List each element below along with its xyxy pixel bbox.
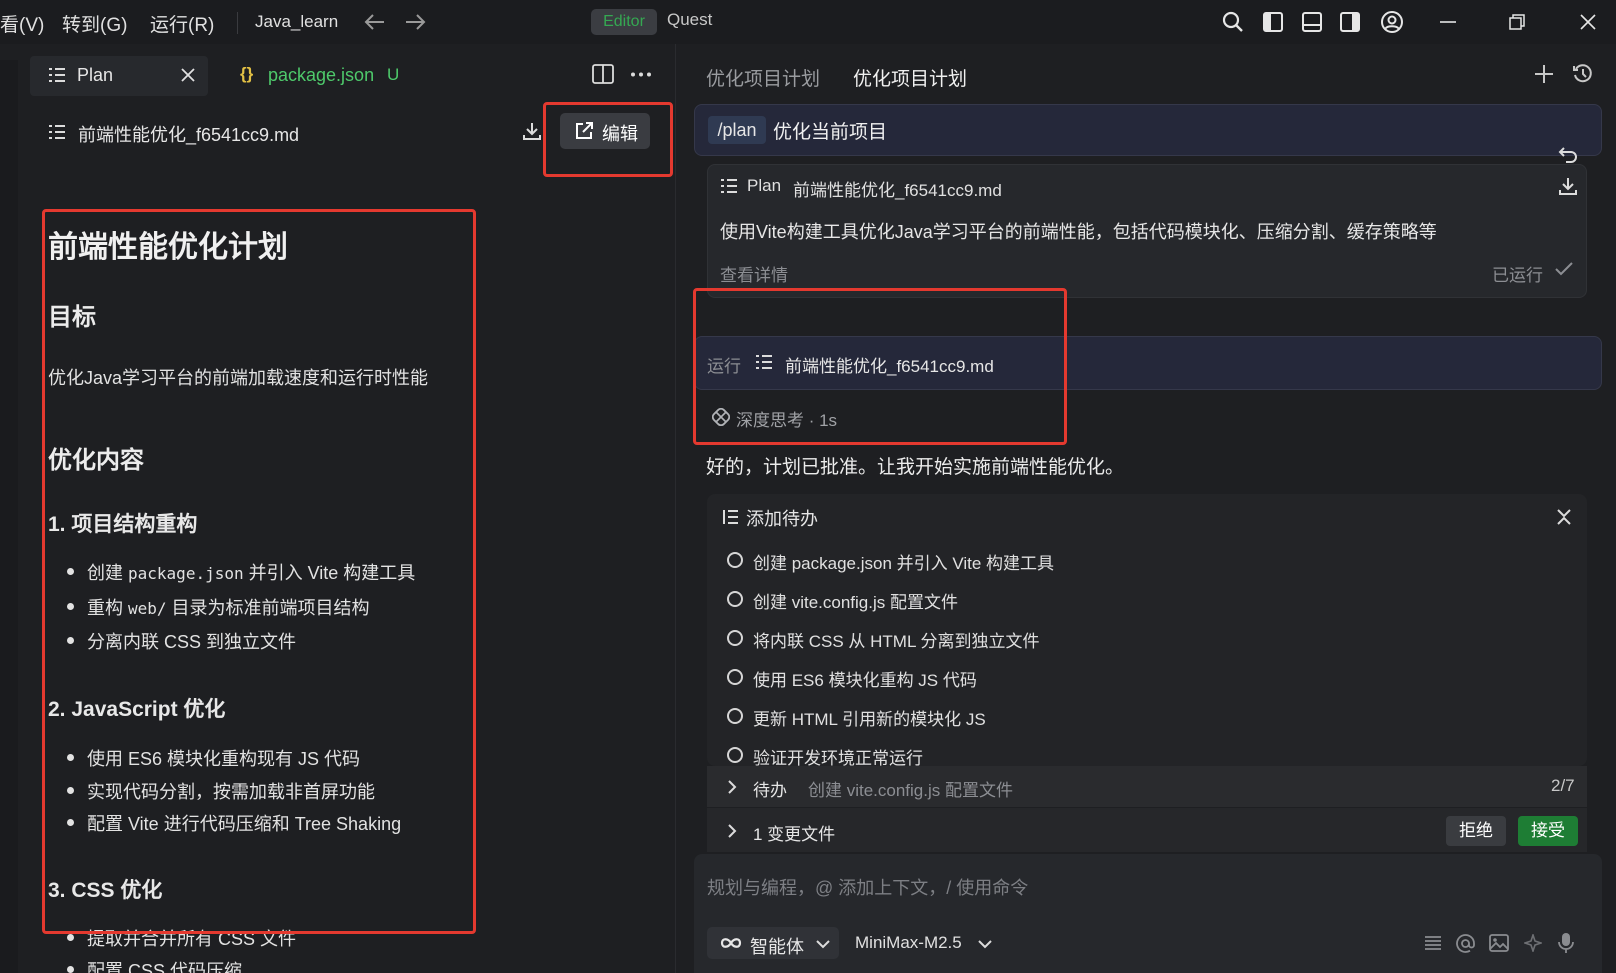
context-list-icon[interactable] xyxy=(1424,934,1442,952)
toggle-panel-icon[interactable] xyxy=(1301,11,1323,33)
untracked-badge: U xyxy=(387,65,400,84)
view-details-link[interactable]: 查看详情 xyxy=(720,261,788,286)
assistant-reply: 好的，计划已批准。让我开始实施前端性能优化。 xyxy=(706,457,1125,478)
pending-progress: 2/7 xyxy=(1551,776,1575,795)
changes-label: 1 变更文件 xyxy=(753,825,836,844)
highlight-edit-button xyxy=(543,102,673,177)
todo-item: 更新 HTML 引用新的模块化 JS xyxy=(753,710,986,729)
search-icon[interactable] xyxy=(1222,11,1244,33)
command-chip: /plan xyxy=(708,116,766,144)
activity-bar xyxy=(0,60,18,973)
more-actions-icon[interactable] xyxy=(630,72,652,77)
todo-checkbox[interactable] xyxy=(727,747,743,763)
todo-checkbox[interactable] xyxy=(727,630,743,646)
todo-item: 使用 ES6 模块化重构 JS 代码 xyxy=(753,671,977,690)
todo-item: 创建 vite.config.js 配置文件 xyxy=(753,593,958,612)
pending-current: 创建 vite.config.js 配置文件 xyxy=(808,781,1013,800)
sparkle-icon[interactable] xyxy=(1524,934,1542,952)
user-message-text: 优化当前项目 xyxy=(773,122,888,143)
plan-list-icon xyxy=(48,67,66,83)
tab-package-json[interactable]: package.json xyxy=(268,65,374,86)
plan-file-icon xyxy=(48,124,66,140)
menu-goto[interactable]: 转到(G) xyxy=(62,10,127,37)
accept-button[interactable]: 接受 xyxy=(1518,816,1578,846)
chevron-down-icon xyxy=(816,940,830,949)
plan-status: 已运行 xyxy=(1492,266,1543,285)
forward-arrow-icon[interactable] xyxy=(404,12,426,32)
todo-item: 将内联 CSS 从 HTML 分离到独立文件 xyxy=(753,632,1040,651)
plan-card-description: 使用Vite构建工具优化Java学习平台的前端性能，包括代码模块化、压缩分割、缓… xyxy=(720,222,1437,242)
mode-editor-toggle[interactable]: Editor xyxy=(591,9,657,35)
todo-checkbox[interactable] xyxy=(727,552,743,568)
chat-input-placeholder[interactable]: 规划与编程，@ 添加上下文，/ 使用命令 xyxy=(707,874,1028,900)
close-tab-icon[interactable] xyxy=(181,68,195,82)
list-item: 配置 CSS 代码压缩 xyxy=(66,957,242,973)
download-icon[interactable] xyxy=(1558,176,1578,196)
undo-icon[interactable] xyxy=(1558,146,1578,164)
chevron-right-icon xyxy=(728,780,737,794)
chat-tab-1[interactable]: 优化项目计划 xyxy=(706,64,820,91)
plan-card-prefix: Plan xyxy=(747,176,782,195)
plan-list-icon xyxy=(720,178,738,194)
minimize-icon[interactable] xyxy=(1440,20,1456,24)
model-selector[interactable]: MiniMax-M2.5 xyxy=(855,933,962,953)
close-window-icon[interactable] xyxy=(1579,13,1597,31)
reject-button[interactable]: 拒绝 xyxy=(1446,816,1506,846)
history-icon[interactable] xyxy=(1572,63,1594,85)
title-bar xyxy=(0,0,1616,44)
agent-label: 智能体 xyxy=(750,937,804,957)
chat-tab-2[interactable]: 优化项目计划 xyxy=(853,64,967,91)
todo-title: 添加待办 xyxy=(746,509,818,529)
highlight-run-card xyxy=(693,288,1067,445)
divider xyxy=(237,12,238,34)
back-arrow-icon[interactable] xyxy=(364,12,386,32)
checkmark-icon xyxy=(1555,262,1573,276)
todo-checkbox[interactable] xyxy=(727,669,743,685)
project-name: Java_learn xyxy=(255,12,339,31)
plan-card-file[interactable]: 前端性能优化_f6541cc9.md xyxy=(793,176,1002,201)
json-braces-icon: {} xyxy=(240,64,254,83)
toggle-right-sidebar-icon[interactable] xyxy=(1339,11,1361,33)
todo-item: 创建 package.json 并引入 Vite 构建工具 xyxy=(753,554,1055,573)
split-editor-icon[interactable] xyxy=(592,64,614,84)
mode-quest-toggle[interactable]: Quest xyxy=(667,10,712,30)
microphone-icon[interactable] xyxy=(1558,932,1574,954)
menu-view[interactable]: 看(V) xyxy=(0,10,44,37)
collapse-icon[interactable] xyxy=(1556,508,1572,526)
todo-list-icon xyxy=(722,508,740,526)
highlight-plan-content xyxy=(42,209,476,934)
toggle-left-sidebar-icon[interactable] xyxy=(1262,11,1284,33)
restore-icon[interactable] xyxy=(1509,14,1525,30)
infinity-icon xyxy=(719,936,743,950)
image-icon[interactable] xyxy=(1489,934,1509,952)
account-icon[interactable] xyxy=(1380,10,1404,34)
tab-plan-label: Plan xyxy=(77,65,114,85)
todo-checkbox[interactable] xyxy=(727,708,743,724)
pending-label: 待办 xyxy=(753,781,787,800)
chevron-right-icon xyxy=(728,824,737,838)
download-icon[interactable] xyxy=(522,121,542,141)
todo-checkbox[interactable] xyxy=(727,591,743,607)
panel-divider xyxy=(675,44,676,973)
new-chat-icon[interactable] xyxy=(1534,64,1554,84)
open-file-name: 前端性能优化_f6541cc9.md xyxy=(78,125,300,145)
menu-run[interactable]: 运行(R) xyxy=(150,10,214,37)
mention-icon[interactable] xyxy=(1456,934,1475,953)
chevron-down-icon[interactable] xyxy=(978,940,992,949)
